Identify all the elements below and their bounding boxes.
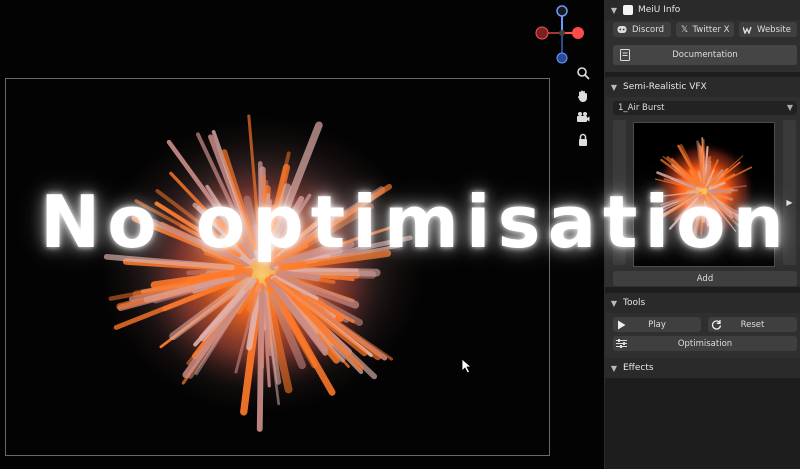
chevron-down-icon: ▼ [786,103,793,112]
optimisation-button[interactable]: Optimisation [613,336,797,351]
chevron-down-icon: ▼ [610,5,618,15]
effects-header[interactable]: ▼ Effects [605,358,800,378]
hand-icon[interactable] [574,87,592,105]
x-icon: 𝕏 [680,24,689,35]
add-effect-button[interactable]: Add [613,271,797,286]
camera-frame [5,78,550,456]
discord-label: Discord [632,24,664,35]
reset-label: Reset [740,319,765,330]
zoom-icon[interactable] [574,64,592,82]
play-button[interactable]: Play [613,317,701,332]
chevron-down-icon: ▼ [610,298,618,308]
reset-icon [711,319,722,330]
add-label: Add [696,273,714,284]
meiu-logo-icon [623,5,633,15]
website-label: Website [757,24,791,35]
chevron-down-icon: ▼ [610,363,618,373]
semi-realistic-vfx-title: Semi-Realistic VFX [623,82,707,92]
document-icon [619,48,630,61]
tools-header[interactable]: ▼ Tools [605,293,800,313]
discord-button[interactable]: Discord [613,22,671,37]
meiu-info-body: Discord 𝕏 Twitter X Website Documentatio… [605,20,800,72]
chevron-down-icon: ▼ [610,82,618,92]
overlay-caption: No optimisation [40,180,791,264]
camera-icon[interactable] [574,108,592,126]
twitter-x-button[interactable]: 𝕏 Twitter X [676,22,734,37]
discord-icon [616,24,627,35]
effects-title: Effects [623,363,654,373]
reset-button[interactable]: Reset [708,317,797,332]
website-icon [742,24,753,35]
play-label: Play [648,319,666,330]
effect-preset-dropdown[interactable]: 1_Air Burst ▼ [613,101,797,115]
twitter-x-label: Twitter X [692,24,730,35]
tools-body: Play Reset Optimisation [605,313,800,358]
tools-title: Tools [623,298,646,308]
optimisation-label: Optimisation [677,338,733,349]
website-button[interactable]: Website [739,22,797,37]
mouse-cursor-icon [461,358,473,374]
navigation-gizmo[interactable] [530,2,590,64]
meiu-info-header[interactable]: ▼ MeiU Info [605,0,800,20]
settings-sliders-icon [616,338,627,349]
selected-effect-label: 1_Air Burst [618,103,665,113]
meiu-info-title: MeiU Info [638,5,681,15]
semi-realistic-vfx-header[interactable]: ▼ Semi-Realistic VFX [605,77,800,97]
documentation-label: Documentation [672,50,738,60]
lock-icon[interactable] [574,131,592,149]
documentation-button[interactable]: Documentation [613,45,797,65]
play-icon [616,319,627,330]
